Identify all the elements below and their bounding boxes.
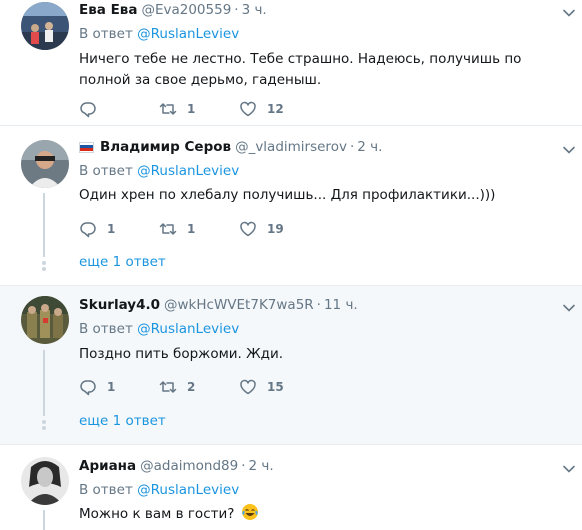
reply-icon bbox=[80, 222, 96, 238]
avatar[interactable] bbox=[21, 457, 69, 505]
reply-context: В ответ @RuslanLeviev bbox=[79, 321, 239, 337]
thread-line bbox=[43, 350, 45, 416]
reply-icon bbox=[80, 102, 96, 118]
chevron-down-icon[interactable] bbox=[562, 462, 576, 476]
thread-dot bbox=[42, 267, 46, 271]
show-more-replies-link[interactable]: еще 1 ответ bbox=[79, 254, 166, 270]
timestamp[interactable]: 2 ч. bbox=[357, 139, 382, 155]
tweet-text: Поздно пить боржоми. Жди. bbox=[79, 346, 284, 362]
reply-count: 1 bbox=[107, 222, 116, 236]
timestamp[interactable]: 2 ч. bbox=[249, 458, 274, 474]
thread-dot bbox=[42, 426, 46, 430]
retweet-icon bbox=[159, 223, 177, 235]
reply-count: 1 bbox=[107, 380, 116, 394]
heart-icon bbox=[240, 379, 256, 395]
reply-prefix: В ответ bbox=[79, 321, 133, 337]
like-count: 15 bbox=[267, 380, 284, 394]
tweet-text: Один хрен по хлебалу получишь... Для про… bbox=[79, 187, 496, 203]
tweet-header: Владимир Серов @_vladimirserov · 2 ч. bbox=[79, 139, 382, 155]
user-handle[interactable]: @Eva200559 bbox=[141, 2, 231, 18]
separator-dot: · bbox=[316, 297, 321, 313]
tweet[interactable]: Ариана @adaimond89 · 2 ч. В ответ @Rusla… bbox=[0, 446, 582, 530]
reply-icon bbox=[80, 380, 96, 396]
chevron-down-icon[interactable] bbox=[562, 301, 576, 315]
retweet-button[interactable]: 1 bbox=[159, 100, 239, 118]
avatar[interactable] bbox=[21, 140, 69, 188]
thread-line bbox=[43, 193, 45, 257]
russia-flag-icon bbox=[79, 141, 94, 153]
retweet-count: 2 bbox=[187, 380, 196, 394]
tweet-actions: 1 12 bbox=[79, 100, 319, 118]
reply-button[interactable] bbox=[79, 100, 159, 118]
tweet[interactable]: Владимир Серов @_vladimirserov · 2 ч. В … bbox=[0, 127, 582, 286]
display-name[interactable]: Владимир Серов bbox=[100, 139, 231, 155]
user-handle[interactable]: @wkHcWVEt7K7wa5R bbox=[164, 297, 314, 313]
retweet-icon bbox=[159, 381, 177, 393]
chevron-down-icon[interactable] bbox=[562, 143, 576, 157]
thread-line bbox=[43, 510, 45, 530]
retweet-button[interactable]: 2 bbox=[159, 378, 239, 396]
tweet-header: Skurlay4.0 @wkHcWVEt7K7wa5R · 11 ч. bbox=[79, 297, 358, 313]
reply-context: В ответ @RuslanLeviev bbox=[79, 26, 239, 42]
reply-prefix: В ответ bbox=[79, 163, 133, 179]
like-button[interactable]: 15 bbox=[239, 378, 319, 396]
tweet[interactable]: Ева Ева @Eva200559 · 3 ч. В ответ @Rusla… bbox=[0, 0, 582, 126]
like-count: 12 bbox=[267, 102, 284, 116]
separator-dot: · bbox=[234, 2, 239, 18]
mention-link[interactable]: @RuslanLeviev bbox=[137, 163, 239, 179]
reply-button[interactable]: 1 bbox=[79, 220, 159, 238]
retweet-icon bbox=[159, 103, 177, 115]
user-handle[interactable]: @adaimond89 bbox=[140, 458, 238, 474]
like-button[interactable]: 19 bbox=[239, 220, 319, 238]
like-count: 19 bbox=[267, 222, 284, 236]
separator-dot: · bbox=[241, 458, 246, 474]
mention-link[interactable]: @RuslanLeviev bbox=[137, 26, 239, 42]
reply-prefix: В ответ bbox=[79, 482, 133, 498]
separator-dot: · bbox=[349, 139, 355, 155]
heart-icon bbox=[240, 101, 256, 117]
tweet[interactable]: Skurlay4.0 @wkHcWVEt7K7wa5R · 11 ч. В от… bbox=[0, 286, 582, 445]
tweet-header: Ариана @adaimond89 · 2 ч. bbox=[79, 458, 274, 474]
display-name[interactable]: Ариана bbox=[79, 458, 136, 474]
tweet-actions: 1 2 15 bbox=[79, 378, 319, 396]
display-name[interactable]: Ева Ева bbox=[79, 2, 137, 18]
chevron-down-icon[interactable] bbox=[562, 6, 576, 20]
avatar[interactable] bbox=[21, 2, 69, 50]
reply-prefix: В ответ bbox=[79, 26, 133, 42]
reply-button[interactable]: 1 bbox=[79, 378, 159, 396]
heart-icon bbox=[240, 221, 256, 237]
tweet-text: Ничего тебе не лестно. Тебе страшно. Над… bbox=[79, 51, 522, 88]
retweet-button[interactable]: 1 bbox=[159, 220, 239, 238]
timestamp[interactable]: 11 ч. bbox=[324, 297, 358, 313]
display-name[interactable]: Skurlay4.0 bbox=[79, 297, 160, 313]
tweet-text-content: Можно к вам в гости? bbox=[79, 506, 235, 522]
tweet-actions: 1 1 19 bbox=[79, 220, 319, 238]
timestamp[interactable]: 3 ч. bbox=[242, 2, 267, 18]
user-handle[interactable]: @_vladimirserov bbox=[235, 139, 347, 155]
retweet-count: 1 bbox=[187, 102, 196, 116]
show-more-replies-link[interactable]: еще 1 ответ bbox=[79, 413, 166, 429]
tweet-header: Ева Ева @Eva200559 · 3 ч. bbox=[79, 2, 267, 18]
tweet-text: Можно к вам в гости? bbox=[79, 503, 569, 525]
mention-link[interactable]: @RuslanLeviev bbox=[137, 321, 239, 337]
reply-context: В ответ @RuslanLeviev bbox=[79, 163, 239, 179]
like-button[interactable]: 12 bbox=[239, 100, 319, 118]
tears-of-joy-emoji bbox=[241, 504, 258, 520]
retweet-count: 1 bbox=[187, 222, 196, 236]
thread-dot bbox=[42, 420, 46, 424]
mention-link[interactable]: @RuslanLeviev bbox=[137, 482, 239, 498]
avatar[interactable] bbox=[21, 296, 69, 344]
reply-context: В ответ @RuslanLeviev bbox=[79, 482, 239, 498]
thread-dot bbox=[42, 261, 46, 265]
